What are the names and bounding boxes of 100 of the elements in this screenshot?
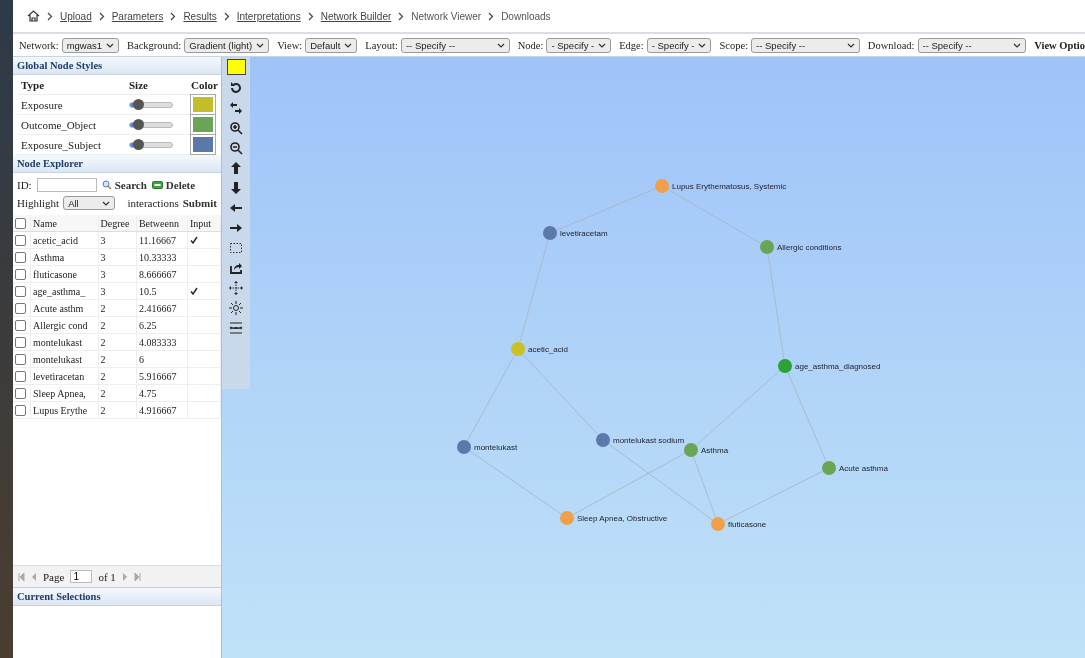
graph-node[interactable] [560,511,574,525]
caret-icon [106,42,115,48]
share-icon[interactable] [229,261,243,275]
checkbox[interactable] [15,251,26,263]
column-header[interactable]: Betweenn [136,215,188,232]
color-swatch[interactable] [191,115,215,134]
home-icon[interactable] [27,10,40,22]
node-label: acetic_acid [528,345,569,354]
zoom-in-icon[interactable] [229,121,243,135]
left-arrow-icon[interactable] [229,201,243,215]
breadcrumb-link[interactable]: Upload [60,10,92,22]
table-cell: 5.916667 [136,367,188,385]
graph-node[interactable] [778,359,792,373]
node-type: Exposure_Subject [21,138,103,151]
color-swatch[interactable] [191,95,215,114]
collapse-icon[interactable] [229,321,243,335]
checkbox[interactable] [15,217,26,229]
size-slider[interactable] [129,121,173,128]
dropdown[interactable]: Gradient (light) [184,37,270,53]
table-cell: 6.25 [136,316,188,334]
table-cell: montelukast [30,350,99,368]
right-arrow-icon[interactable] [229,221,243,235]
caret-icon [846,42,855,48]
graph-node[interactable] [760,240,774,254]
checkbox[interactable] [15,234,26,246]
node-label: montelukast sodium [613,436,685,445]
table-cell: 6 [136,350,188,368]
minus-icon [151,181,163,189]
dropdown[interactable]: - Specify - [546,37,612,53]
dropdown[interactable]: -- Specify -- [751,37,860,53]
breadcrumb-link[interactable]: Network Builder [320,10,392,22]
dropdown-label: Layout: [365,39,398,51]
page-field[interactable]: 1 [70,570,93,583]
graph-node[interactable] [457,440,471,454]
pager-label: of 1 [98,570,116,583]
dropdown[interactable]: mgwas1 [61,37,120,53]
graph-node[interactable] [655,179,669,193]
checkbox[interactable] [15,336,26,348]
node-type: Outcome_Object [21,118,98,131]
dropdown[interactable]: -- Specify -- [400,37,510,53]
checkbox[interactable] [15,353,26,365]
move-icon[interactable] [229,281,243,295]
size-slider[interactable] [129,141,173,148]
table-cell: 2 [98,333,137,351]
submit-button[interactable]: Submit [182,197,217,209]
table-cell: 11.16667 [136,231,188,249]
zoom-out-icon[interactable] [229,141,243,155]
field-label: interactions [127,197,179,209]
node-label: Acute asthma [839,464,888,473]
checkbox[interactable] [15,387,26,399]
highlight-dropdown[interactable]: All [63,196,116,210]
color-swatch[interactable] [191,135,215,154]
dropdown[interactable]: Default [305,37,358,53]
node-label: Sleep Apnea, Obstructive [577,514,668,523]
down-arrow-icon[interactable] [229,181,243,195]
chevron-icon [47,11,53,21]
graph-node[interactable] [684,443,698,457]
checkbox[interactable] [15,370,26,382]
table-cell: fluticasone [30,265,99,283]
column-header: Type [21,78,46,91]
checkbox[interactable] [15,302,26,314]
breadcrumb-link[interactable]: Results [183,10,217,22]
dropdown-label: Scope: [719,39,749,51]
dropdown[interactable]: -- Specify -- [917,37,1027,53]
network-canvas[interactable]: Lupus Erythematosus, Systemic levetiracetam Allergic conditions acetic_acid age_asthma_diagnosed montelukast montelukast sodium Asthma Acute asthma Sleep Apnea, Obstructive fluticasone [222,57,1085,658]
checkbox[interactable] [15,285,26,297]
selection-box-icon[interactable] [229,241,243,255]
graph-node[interactable] [822,461,836,475]
graph-node[interactable] [511,342,525,356]
dropdown[interactable]: - Specify - [646,37,712,53]
graph-node[interactable] [711,517,725,531]
chevron-icon [170,11,177,21]
table-cell: Asthma [30,248,99,266]
checkbox[interactable] [15,404,26,416]
dropdown-label: Background: [127,39,182,51]
column-header[interactable]: Input [187,215,221,232]
search-button[interactable]: Search [101,179,147,191]
undo-icon[interactable] [229,81,243,95]
delete-button[interactable]: Delete [151,179,196,191]
breadcrumb-link[interactable]: Parameters [111,10,164,22]
checkbox[interactable] [15,268,26,280]
panel-title: Node Explorer [13,155,221,173]
swap-arrows-icon[interactable] [229,101,243,115]
brightness-icon[interactable] [229,301,243,315]
table-cell: 3 [98,265,137,283]
table-cell: Allergic cond [30,316,99,334]
chevron-icon [488,11,495,21]
graph-node[interactable] [543,226,557,240]
checkbox[interactable] [15,319,26,331]
column-header[interactable]: Degree [98,215,137,232]
up-arrow-icon[interactable] [229,161,243,175]
breadcrumb-link[interactable]: Interpretations [236,10,301,22]
panel-title: Current Selections [13,588,221,606]
view-options-link[interactable]: View Optio [1034,39,1085,51]
node-label: age_asthma_diagnosed [795,362,881,371]
id-field[interactable] [36,178,97,192]
color-picker[interactable] [226,59,246,75]
graph-node[interactable] [596,433,610,447]
column-header[interactable]: Name [30,215,99,232]
size-slider[interactable] [129,101,173,108]
